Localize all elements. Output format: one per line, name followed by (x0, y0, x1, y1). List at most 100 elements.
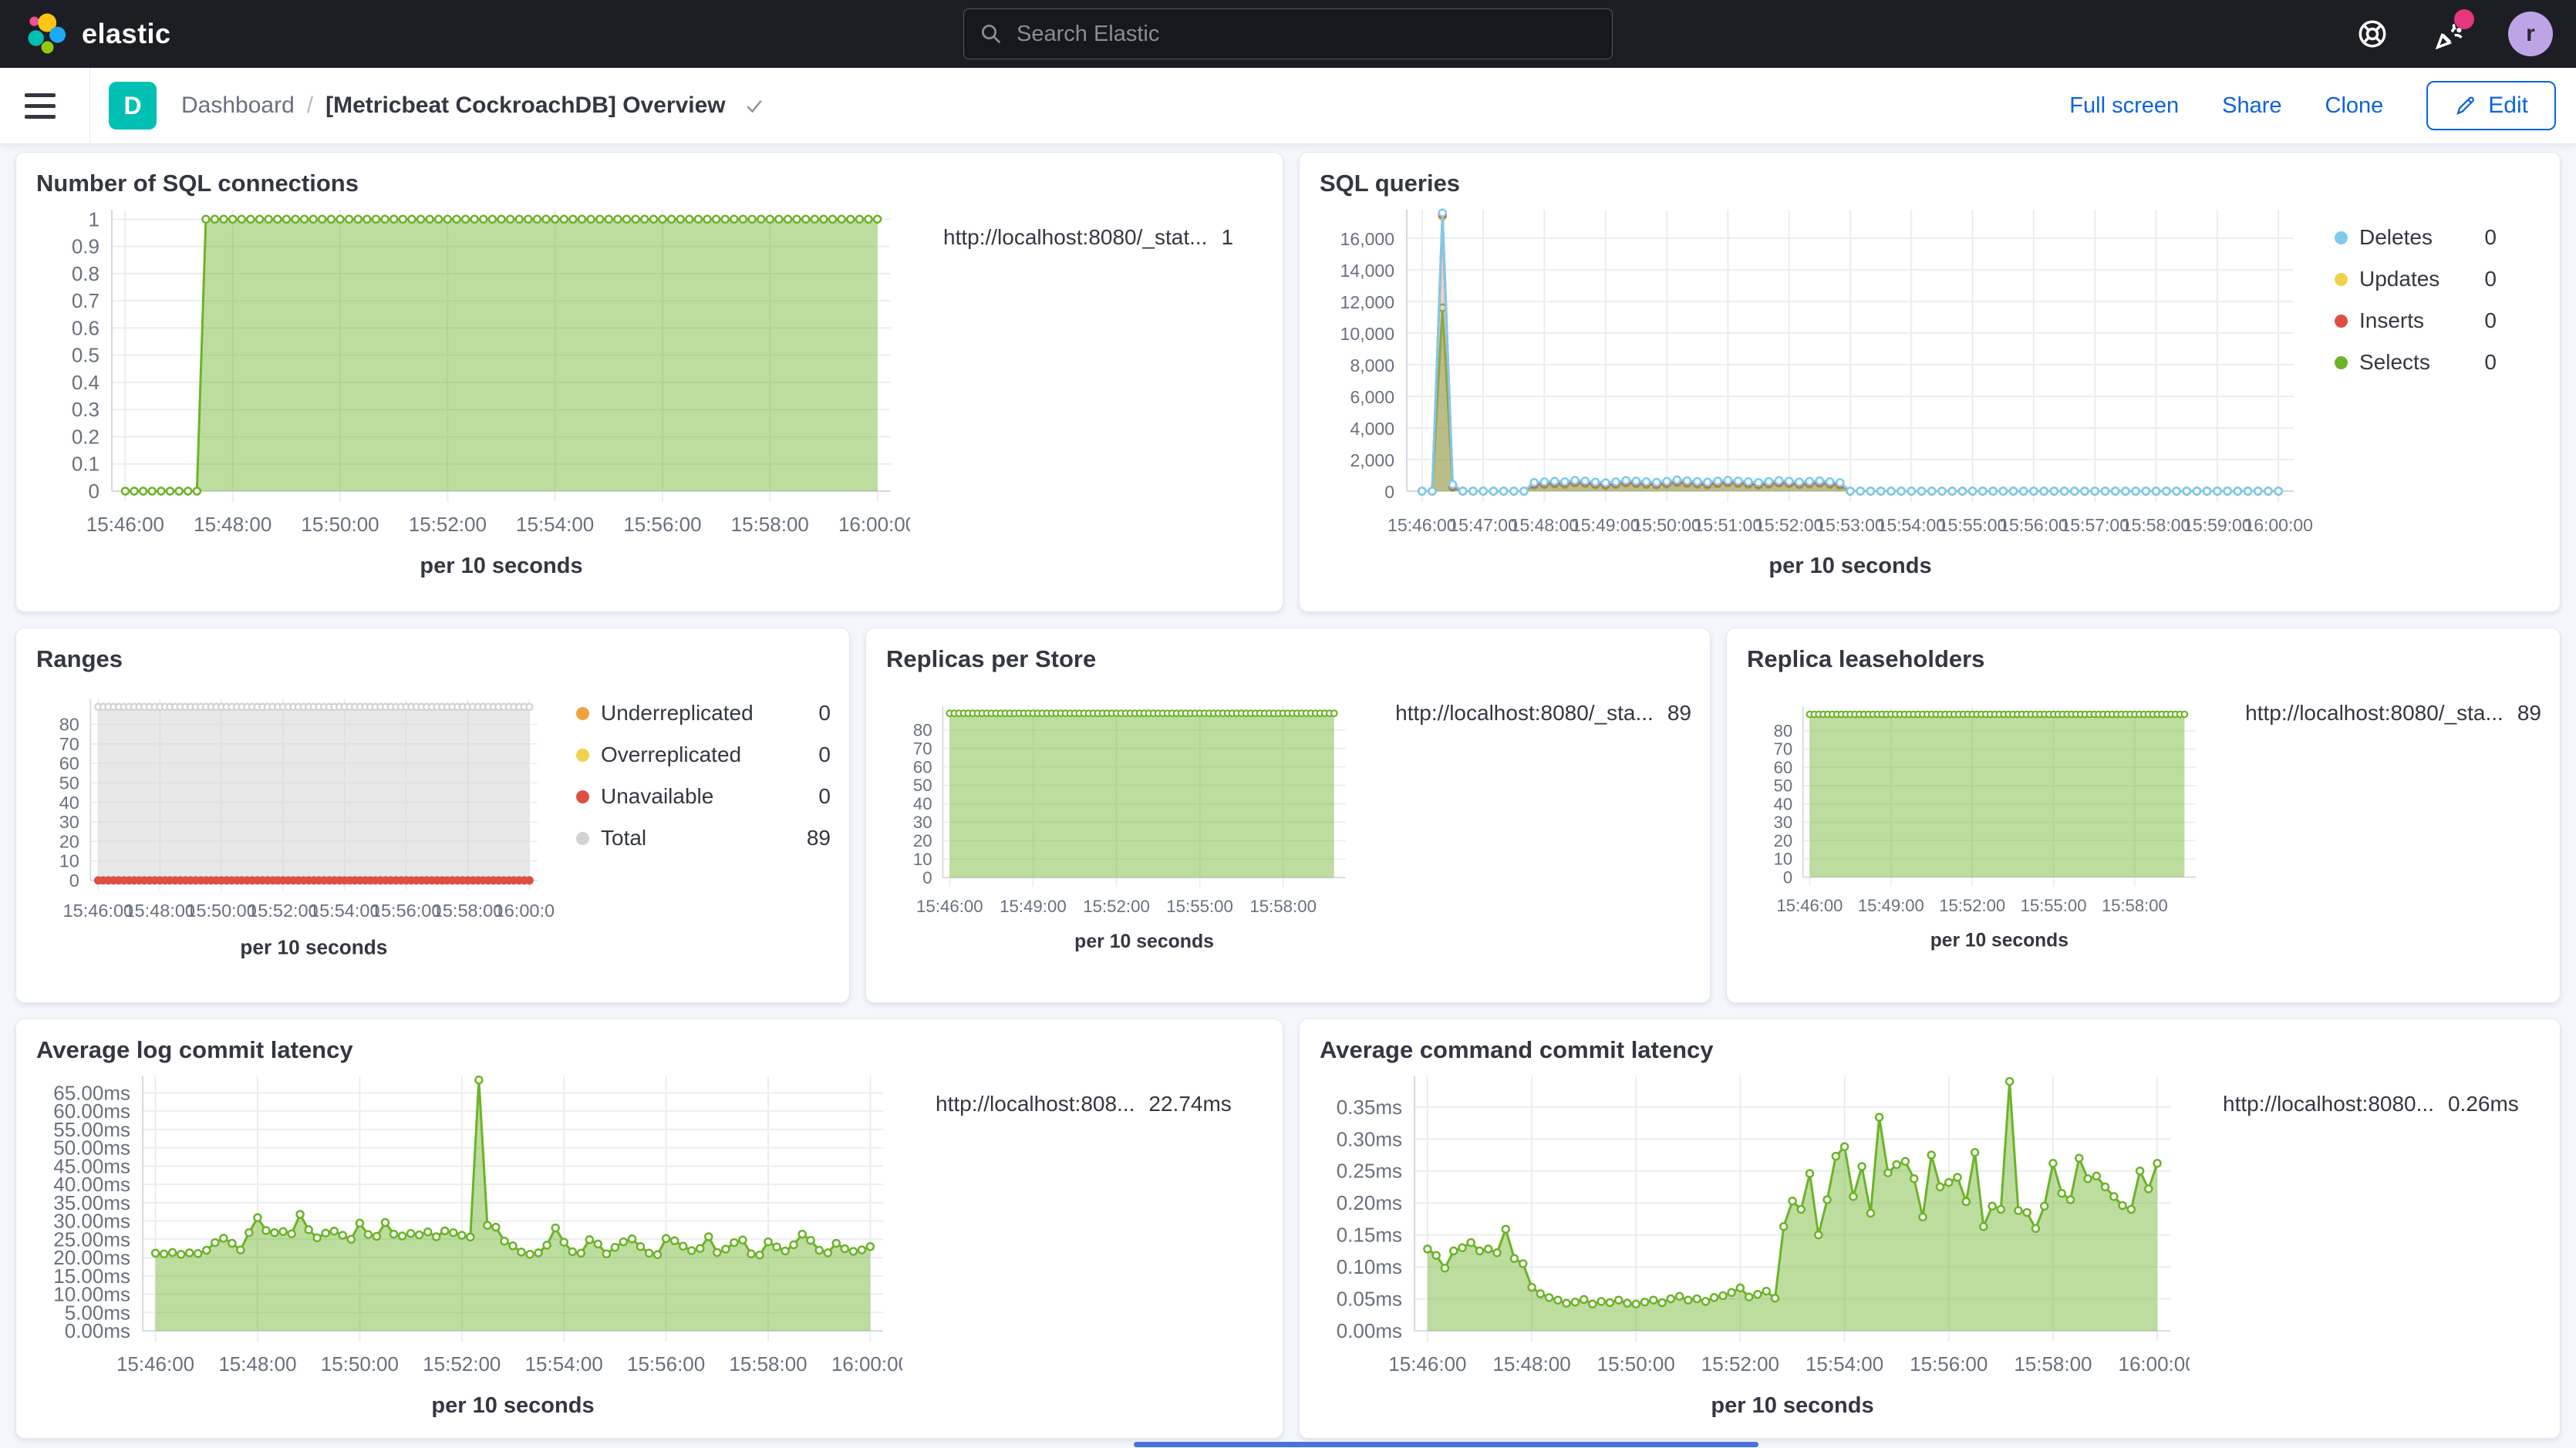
svg-text:15:52:00: 15:52:00 (1701, 1352, 1779, 1376)
chart-svg[interactable]: 0102030405060708015:46:0015:49:0015:52:0… (1745, 678, 2212, 978)
legend-value: 0 (2484, 225, 2497, 250)
breadcrumb-dashboard[interactable]: Dashboard (181, 93, 295, 119)
panel-title: Replica leaseholders (1747, 645, 2541, 673)
svg-text:15:54:00: 15:54:00 (525, 1352, 603, 1376)
svg-text:16:00:00: 16:00:00 (2244, 515, 2313, 535)
edit-button[interactable]: Edit (2426, 81, 2556, 130)
global-search[interactable] (963, 8, 1613, 59)
panel-average-command-commit-latency[interactable]: Average command commit latency0.00ms0.05… (1299, 1019, 2561, 1439)
svg-text:40: 40 (913, 794, 932, 813)
svg-text:15:52:00: 15:52:00 (248, 901, 319, 921)
chart-svg[interactable]: 0.00ms0.05ms0.10ms0.15ms0.20ms0.25ms0.30… (1318, 1069, 2190, 1423)
elastic-logo-icon[interactable] (23, 12, 68, 56)
svg-text:0.05ms: 0.05ms (1337, 1288, 1402, 1311)
svg-text:15:48:00: 15:48:00 (218, 1352, 296, 1376)
svg-text:0.15ms: 0.15ms (1337, 1224, 1402, 1247)
panel-ranges[interactable]: Ranges0102030405060708015:46:0015:48:001… (15, 628, 850, 1003)
svg-text:0.2: 0.2 (72, 425, 99, 448)
svg-text:per 10 seconds: per 10 seconds (1768, 554, 1931, 578)
chart-svg[interactable]: 00.10.20.30.40.50.60.70.80.9115:46:0015:… (35, 202, 910, 584)
svg-text:80: 80 (1774, 721, 1793, 740)
svg-text:0.7: 0.7 (72, 289, 99, 312)
legend-item[interactable]: http://localhost:808...22.74ms (924, 1092, 1232, 1116)
full-screen-link[interactable]: Full screen (2069, 93, 2179, 119)
legend-value: 89 (1667, 701, 1691, 726)
space-badge[interactable]: D (109, 82, 157, 130)
legend-label: Updates (2359, 267, 2439, 291)
legend-item[interactable]: http://localhost:8080...0.26ms (2211, 1092, 2519, 1116)
legend-item[interactable]: http://localhost:8080/_sta...89 (1384, 701, 1691, 726)
svg-text:0: 0 (922, 868, 932, 887)
svg-text:70: 70 (59, 734, 79, 754)
svg-text:15:54:00: 15:54:00 (1877, 515, 1947, 535)
chart-svg[interactable]: 0.00ms5.00ms10.00ms15.00ms20.00ms25.00ms… (35, 1069, 902, 1423)
panel-replicas-per-store[interactable]: Replicas per Store0102030405060708015:46… (865, 628, 1711, 1003)
legend-item[interactable]: http://localhost:8080/_sta... 89 (2234, 701, 2541, 726)
svg-text:15:52:00: 15:52:00 (1083, 897, 1150, 916)
legend-item[interactable]: Unavailable0 (576, 784, 831, 809)
svg-text:15:48:00: 15:48:00 (1492, 1352, 1570, 1376)
svg-text:15:47:00: 15:47:00 (1448, 515, 1518, 535)
svg-text:per 10 seconds: per 10 seconds (431, 1393, 594, 1418)
svg-text:15:50:00: 15:50:00 (1597, 1352, 1675, 1376)
svg-text:10,000: 10,000 (1340, 324, 1394, 344)
panel-average-log-commit-latency[interactable]: Average log commit latency0.00ms5.00ms10… (15, 1019, 1283, 1439)
panel-title: Average command commit latency (1320, 1036, 2541, 1064)
top-navbar: elastic r (0, 0, 2576, 68)
search-input[interactable] (1015, 21, 1597, 48)
legend-item[interactable]: Selects0 (2335, 350, 2497, 375)
share-link[interactable]: Share (2222, 93, 2281, 119)
help-icon[interactable] (2354, 15, 2391, 52)
svg-text:10: 10 (1774, 850, 1793, 869)
check-icon[interactable] (743, 94, 766, 117)
menu-icon[interactable] (20, 83, 76, 129)
svg-text:8,000: 8,000 (1350, 355, 1394, 375)
newsfeed-icon[interactable] (2431, 15, 2468, 52)
legend-dot (2335, 231, 2348, 244)
svg-text:0.20ms: 0.20ms (1337, 1191, 1402, 1214)
svg-text:15:55:00: 15:55:00 (1166, 897, 1233, 916)
legend-item[interactable]: Updates0 (2335, 267, 2497, 291)
chart-svg[interactable]: 0102030405060708015:46:0015:48:0015:50:0… (35, 678, 555, 978)
panel-title: Number of SQL connections (36, 170, 1264, 197)
legend-item[interactable]: Overreplicated0 (576, 743, 831, 767)
clone-link[interactable]: Clone (2325, 93, 2384, 119)
legend-label: http://localhost:8080/_stat... (943, 225, 1207, 249)
svg-text:15:55:00: 15:55:00 (2021, 896, 2087, 915)
legend-item[interactable]: Deletes0 (2335, 225, 2497, 250)
svg-text:15:57:00: 15:57:00 (2060, 515, 2129, 535)
svg-text:0.5: 0.5 (72, 344, 99, 367)
svg-text:15:58:00: 15:58:00 (433, 901, 504, 921)
svg-text:15:46:00: 15:46:00 (916, 897, 983, 916)
svg-text:16:00:00: 16:00:00 (2118, 1352, 2190, 1376)
svg-text:4,000: 4,000 (1350, 419, 1394, 439)
panel-sql-queries[interactable]: SQL queries02,0004,0006,0008,00010,00012… (1299, 152, 2561, 612)
panel-title: Replicas per Store (886, 645, 1691, 673)
user-avatar[interactable]: r (2508, 12, 2553, 56)
svg-text:15:50:00: 15:50:00 (321, 1352, 399, 1376)
legend: http://localhost:8080/_stat...1 (932, 225, 1233, 250)
legend-value: 89 (2517, 701, 2541, 726)
svg-text:20: 20 (59, 831, 79, 851)
scrollbar-thumb-horizontal[interactable] (1134, 1442, 1758, 1447)
panel-replica-leaseholders[interactable]: Replica leaseholders 0102030405060708015:… (1726, 628, 2561, 1003)
svg-text:30: 30 (913, 813, 932, 832)
breadcrumb-separator: / (307, 93, 313, 119)
panel-number-of-sql-connections[interactable]: Number of SQL connections 00.10.20.30.40.… (15, 152, 1283, 612)
svg-text:60: 60 (913, 757, 932, 776)
svg-text:6,000: 6,000 (1350, 387, 1394, 407)
page-title[interactable]: [Metricbeat CockroachDB] Overview (325, 93, 726, 119)
legend-dot (2335, 315, 2348, 328)
chart-svg[interactable]: 0102030405060708015:46:0015:49:0015:52:0… (885, 678, 1362, 978)
legend-item[interactable]: Total89 (576, 826, 831, 850)
legend-label: http://localhost:8080/_sta... (2245, 701, 2504, 725)
legend-item[interactable]: Underreplicated0 (576, 701, 831, 726)
svg-text:15:56:00: 15:56:00 (1910, 1352, 1988, 1376)
legend-item[interactable]: Inserts0 (2335, 308, 2497, 333)
svg-text:15:48:00: 15:48:00 (1510, 515, 1580, 535)
svg-text:20: 20 (1774, 831, 1793, 850)
svg-text:15:59:00: 15:59:00 (2183, 515, 2252, 535)
legend-item[interactable]: http://localhost:8080/_stat...1 (932, 225, 1233, 250)
chart-svg[interactable]: 02,0004,0006,0008,00010,00012,00014,0001… (1318, 202, 2313, 584)
svg-text:10: 10 (913, 850, 932, 869)
